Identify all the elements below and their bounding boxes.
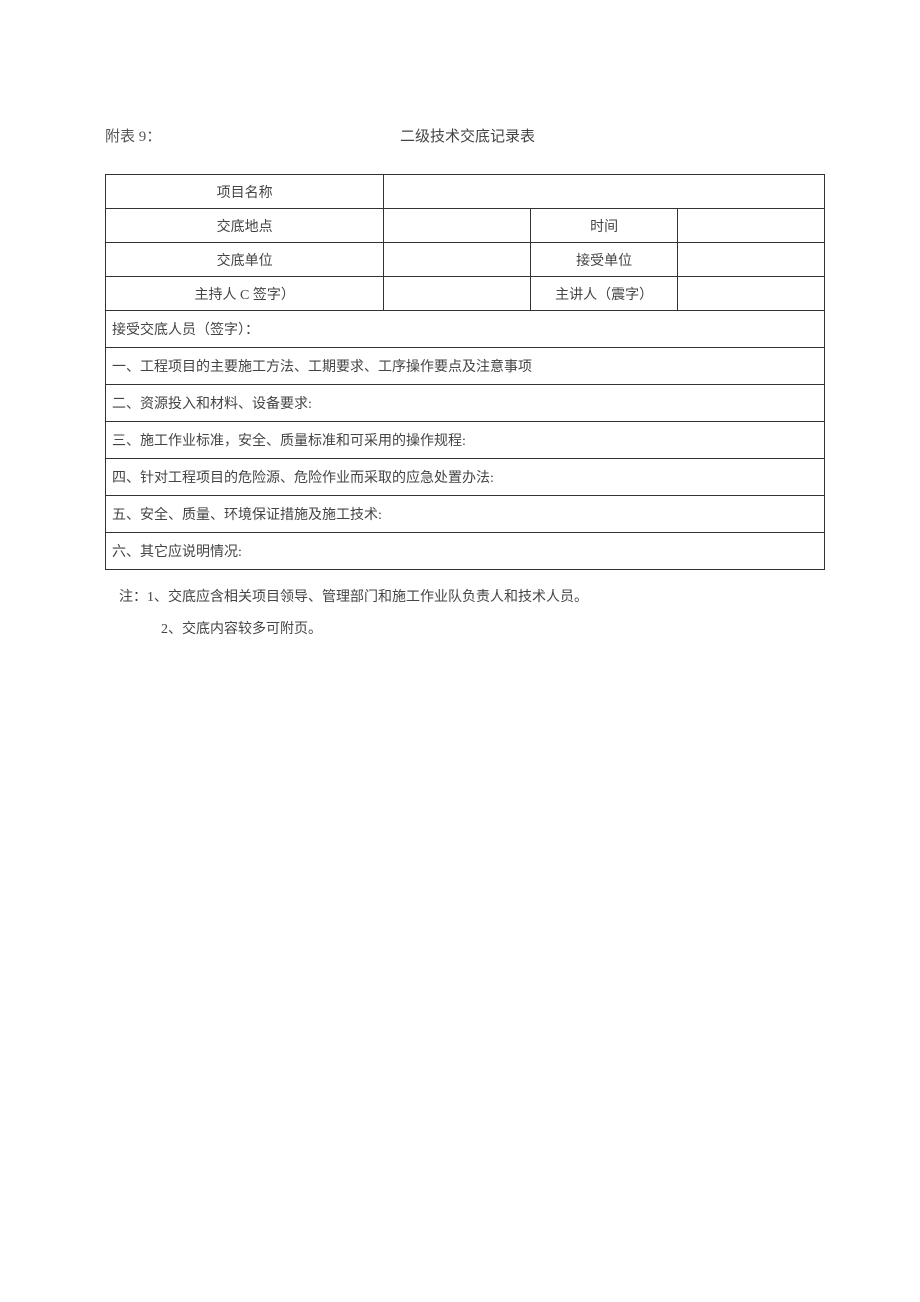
note-1: 注：1、交底应含相关项目领导、管理部门和施工作业队负责人和技术人员。: [105, 582, 825, 614]
section-5: 五、安全、质量、环境保证措施及施工技术:: [106, 496, 825, 533]
row-host: 主持人 C 签字） 主讲人（震字）: [106, 277, 825, 311]
row-s3: 三、施工作业标准，安全、质量标准和可采用的操作规程:: [106, 422, 825, 459]
header-row: 附表 9： 二级技术交底记录表: [105, 125, 825, 146]
label-speaker: 主讲人（震字）: [531, 277, 678, 311]
row-location: 交底地点 时间: [106, 209, 825, 243]
label-time: 时间: [531, 209, 678, 243]
note-2: 2、交底内容较多可附页。: [105, 614, 825, 646]
row-s6: 六、其它应说明情况:: [106, 533, 825, 570]
row-s2: 二、资源投入和材料、设备要求:: [106, 385, 825, 422]
section-1: 一、工程项目的主要施工方法、工期要求、工序操作要点及注意事项: [106, 348, 825, 385]
value-host: [384, 277, 531, 311]
label-project-name: 项目名称: [106, 175, 384, 209]
row-s5: 五、安全、质量、环境保证措施及施工技术:: [106, 496, 825, 533]
row-s4: 四、针对工程项目的危险源、危险作业而采取的应急处置办法:: [106, 459, 825, 496]
page-root: 附表 9： 二级技术交底记录表 项目名称 交底地点 时间 交底单位 接受单位 主…: [0, 0, 920, 646]
value-unit: [384, 243, 531, 277]
value-location: [384, 209, 531, 243]
label-location: 交底地点: [106, 209, 384, 243]
value-speaker: [678, 277, 825, 311]
section-6: 六、其它应说明情况:: [106, 533, 825, 570]
section-3: 三、施工作业标准，安全、质量标准和可采用的操作规程:: [106, 422, 825, 459]
form-table: 项目名称 交底地点 时间 交底单位 接受单位 主持人 C 签字） 主讲人（震字）…: [105, 174, 825, 570]
label-unit: 交底单位: [106, 243, 384, 277]
page-title: 二级技术交底记录表: [400, 125, 535, 146]
row-s1: 一、工程项目的主要施工方法、工期要求、工序操作要点及注意事项: [106, 348, 825, 385]
value-time: [678, 209, 825, 243]
value-accept-unit: [678, 243, 825, 277]
section-4: 四、针对工程项目的危险源、危险作业而采取的应急处置办法:: [106, 459, 825, 496]
section-signers: 接受交底人员（签字）：: [106, 311, 825, 348]
row-signers: 接受交底人员（签字）：: [106, 311, 825, 348]
row-project: 项目名称: [106, 175, 825, 209]
section-2: 二、资源投入和材料、设备要求:: [106, 385, 825, 422]
value-project-name: [384, 175, 825, 209]
row-unit: 交底单位 接受单位: [106, 243, 825, 277]
label-accept-unit: 接受单位: [531, 243, 678, 277]
appendix-label: 附表 9：: [105, 125, 400, 146]
label-host: 主持人 C 签字）: [106, 277, 384, 311]
notes-block: 注：1、交底应含相关项目领导、管理部门和施工作业队负责人和技术人员。 2、交底内…: [105, 582, 825, 646]
